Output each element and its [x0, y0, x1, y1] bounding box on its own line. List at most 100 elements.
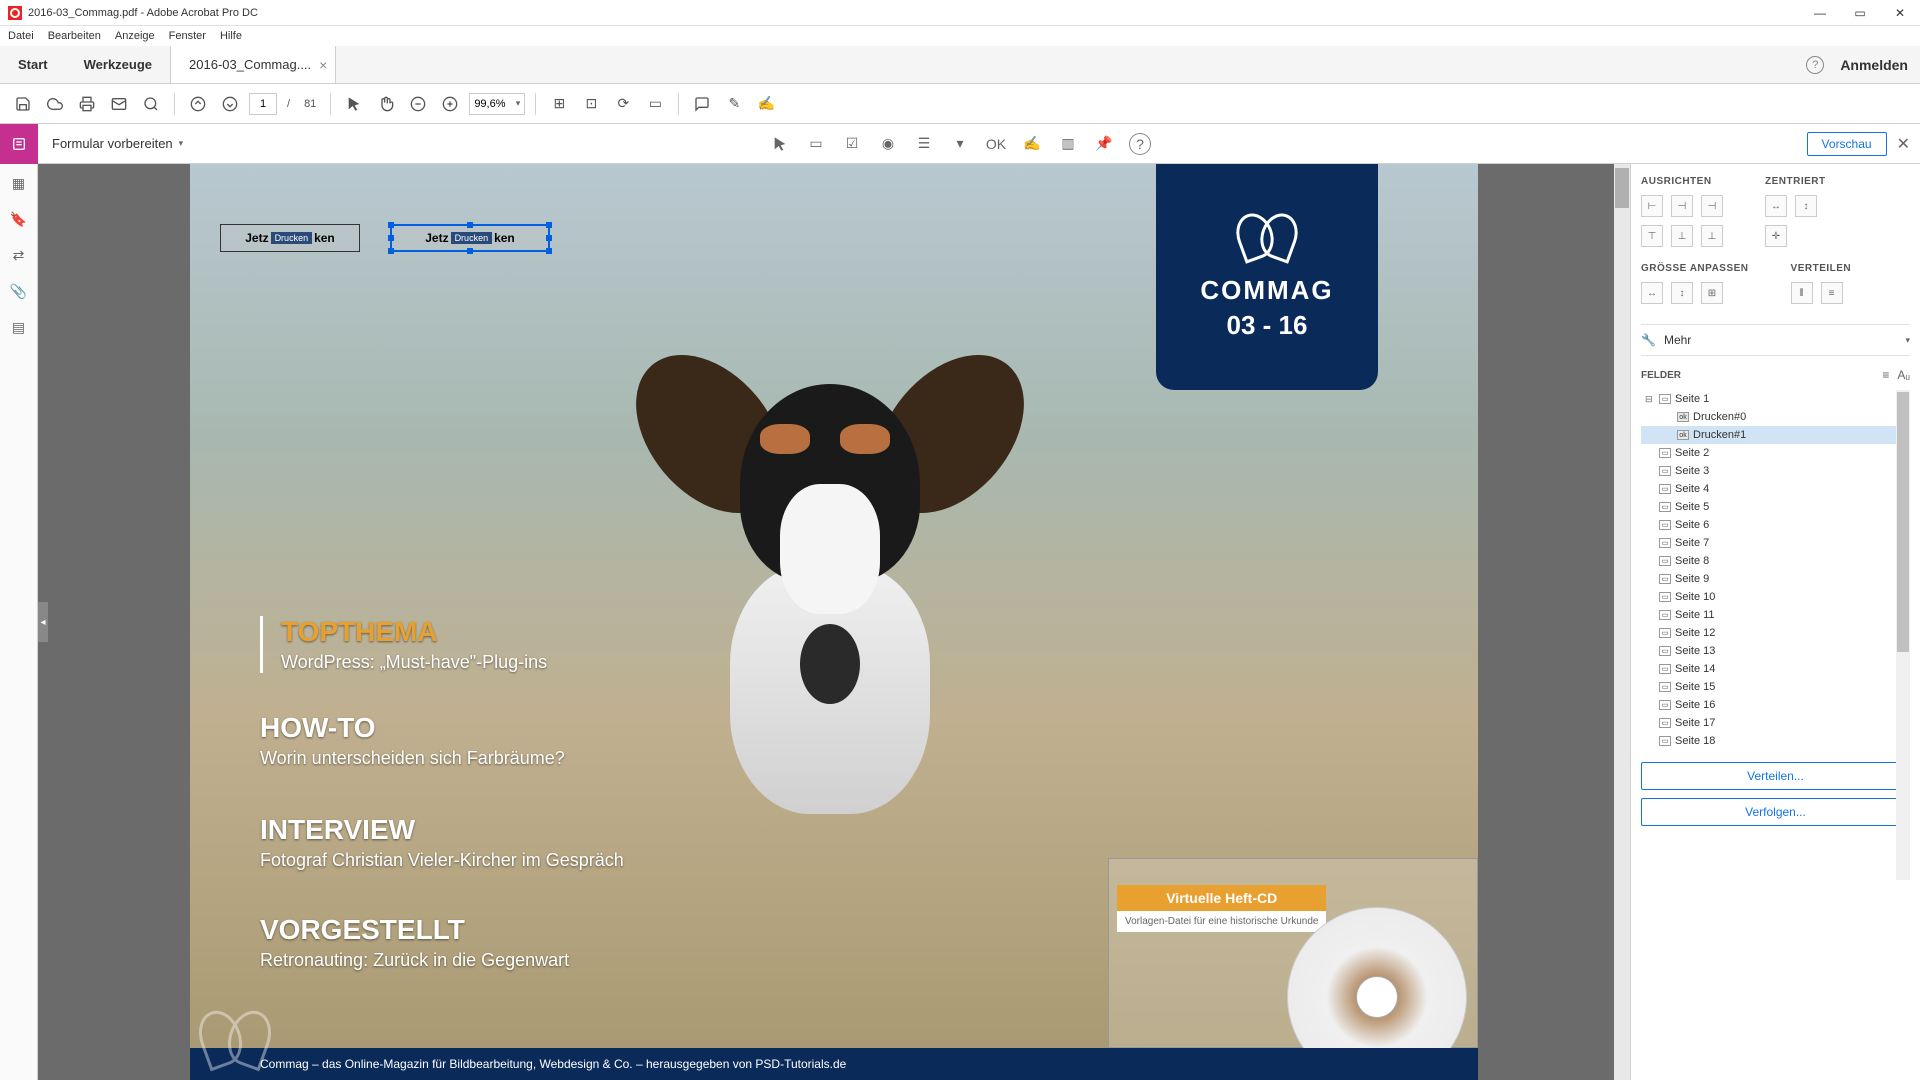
- tree-seite[interactable]: ▭Seite 6: [1641, 516, 1910, 534]
- mehr-dropdown[interactable]: 🔧Mehr: [1641, 324, 1910, 356]
- tree-seite[interactable]: ▭Seite 18: [1641, 732, 1910, 750]
- preview-button[interactable]: Vorschau: [1807, 132, 1887, 156]
- fit-width-icon[interactable]: ⊞: [546, 91, 572, 117]
- distribute-v-icon[interactable]: ≡: [1821, 282, 1843, 304]
- tree-seite[interactable]: ▭Seite 2: [1641, 444, 1910, 462]
- tab-close-icon[interactable]: ×: [319, 57, 327, 73]
- align-left-icon[interactable]: ⊢: [1641, 195, 1663, 217]
- menu-fenster[interactable]: Fenster: [169, 30, 206, 42]
- tree-seite[interactable]: ▭Seite 9: [1641, 570, 1910, 588]
- center-v-icon[interactable]: ↕: [1795, 195, 1817, 217]
- tree-seite[interactable]: ▭Seite 3: [1641, 462, 1910, 480]
- zoom-in-icon[interactable]: [437, 91, 463, 117]
- menu-datei[interactable]: Datei: [8, 30, 34, 42]
- menu-anzeige[interactable]: Anzeige: [115, 30, 155, 42]
- zoom-out-icon[interactable]: [405, 91, 431, 117]
- tree-seite[interactable]: ▭Seite 4: [1641, 480, 1910, 498]
- page-up-icon[interactable]: [185, 91, 211, 117]
- comment-icon[interactable]: [689, 91, 715, 117]
- arrow-tool-icon[interactable]: [769, 133, 791, 155]
- thumbnails-icon[interactable]: ▦: [10, 174, 28, 192]
- layers-icon[interactable]: ⇄: [10, 246, 28, 264]
- tree-seite[interactable]: ▭Seite 14: [1641, 660, 1910, 678]
- tab-start[interactable]: Start: [0, 46, 66, 83]
- radio-tool-icon[interactable]: ◉: [877, 133, 899, 155]
- tree-seite[interactable]: ▭Seite 7: [1641, 534, 1910, 552]
- cloud-icon[interactable]: [42, 91, 68, 117]
- tree-seite[interactable]: ▭Seite 8: [1641, 552, 1910, 570]
- tree-seite[interactable]: ▭Seite 15: [1641, 678, 1910, 696]
- center-h-icon[interactable]: ↔: [1765, 195, 1787, 217]
- menu-hilfe[interactable]: Hilfe: [220, 30, 242, 42]
- checkbox-tool-icon[interactable]: ☑: [841, 133, 863, 155]
- hand-tool-icon[interactable]: [373, 91, 399, 117]
- vertical-scrollbar[interactable]: [1614, 164, 1630, 1080]
- center-both-icon[interactable]: ✛: [1765, 225, 1787, 247]
- verteilen-button[interactable]: Verteilen...: [1641, 762, 1910, 790]
- align-bottom-icon[interactable]: ⊥: [1701, 225, 1723, 247]
- align-center-h-icon[interactable]: ⊣: [1671, 195, 1693, 217]
- close-form-icon[interactable]: ✕: [1897, 134, 1910, 154]
- fit-page-icon[interactable]: ⊡: [578, 91, 604, 117]
- tab-order-icon[interactable]: Aᵤ: [1897, 368, 1910, 382]
- dropdown-tool-icon[interactable]: ▾: [949, 133, 971, 155]
- expand-left-icon[interactable]: ◂: [38, 602, 48, 642]
- menu-bearbeiten[interactable]: Bearbeiten: [48, 30, 101, 42]
- verfolgen-button[interactable]: Verfolgen...: [1641, 798, 1910, 826]
- view-mode-icon[interactable]: ▭: [642, 91, 668, 117]
- document-viewport[interactable]: ◂ JetzDruckenken JetzDruckenken: [38, 164, 1630, 1080]
- save-icon[interactable]: [10, 91, 36, 117]
- align-center-v-icon[interactable]: ⊥: [1671, 225, 1693, 247]
- tree-seite[interactable]: ▭Seite 17: [1641, 714, 1910, 732]
- pin-icon[interactable]: 📌: [1093, 133, 1115, 155]
- signature-tool-icon[interactable]: ✍: [1021, 133, 1043, 155]
- rotate-icon[interactable]: ⟳: [610, 91, 636, 117]
- select-tool-icon[interactable]: [341, 91, 367, 117]
- tab-document[interactable]: 2016-03_Commag.... ×: [170, 46, 336, 83]
- sort-icon[interactable]: ≡: [1882, 368, 1889, 382]
- tree-seite[interactable]: ▭Seite 11: [1641, 606, 1910, 624]
- print-icon[interactable]: [74, 91, 100, 117]
- align-top-icon[interactable]: ⊤: [1641, 225, 1663, 247]
- tree-drucken-1[interactable]: okDrucken#1: [1641, 426, 1910, 444]
- sign-icon[interactable]: ✍: [753, 91, 779, 117]
- listbox-tool-icon[interactable]: ☰: [913, 133, 935, 155]
- form-title-dropdown[interactable]: Formular vorbereiten: [38, 136, 197, 151]
- form-field-drucken-1[interactable]: JetzDruckenken: [390, 224, 550, 252]
- tree-seite[interactable]: ▭Seite 5: [1641, 498, 1910, 516]
- tree-seite-1[interactable]: ⊟▭Seite 1: [1641, 390, 1910, 408]
- barcode-tool-icon[interactable]: ▥: [1057, 133, 1079, 155]
- tree-drucken-0[interactable]: okDrucken#0: [1641, 408, 1910, 426]
- help-icon[interactable]: ?: [1806, 56, 1824, 74]
- attachment-icon[interactable]: 📎: [10, 282, 28, 300]
- tree-scrollbar[interactable]: [1896, 390, 1910, 880]
- form-mode-icon[interactable]: [0, 124, 38, 164]
- form-field-drucken-0[interactable]: JetzDruckenken: [220, 224, 360, 252]
- tabbar: Start Werkzeuge 2016-03_Commag.... × ? A…: [0, 46, 1920, 84]
- match-height-icon[interactable]: ↕: [1671, 282, 1693, 304]
- page-down-icon[interactable]: [217, 91, 243, 117]
- tree-seite[interactable]: ▭Seite 13: [1641, 642, 1910, 660]
- match-both-icon[interactable]: ⊞: [1701, 282, 1723, 304]
- distribute-h-icon[interactable]: ⫴: [1791, 282, 1813, 304]
- maximize-button[interactable]: ▭: [1840, 0, 1880, 26]
- align-right-icon[interactable]: ⊣: [1701, 195, 1723, 217]
- zoom-level-dropdown[interactable]: 99,6%: [469, 93, 525, 115]
- close-button[interactable]: ✕: [1880, 0, 1920, 26]
- minimize-button[interactable]: —: [1800, 0, 1840, 26]
- search-icon[interactable]: [138, 91, 164, 117]
- tree-seite[interactable]: ▭Seite 16: [1641, 696, 1910, 714]
- tree-seite[interactable]: ▭Seite 10: [1641, 588, 1910, 606]
- mail-icon[interactable]: [106, 91, 132, 117]
- match-width-icon[interactable]: ↔: [1641, 282, 1663, 304]
- tree-seite[interactable]: ▭Seite 12: [1641, 624, 1910, 642]
- highlight-icon[interactable]: ✎: [721, 91, 747, 117]
- button-tool-icon[interactable]: OK: [985, 133, 1007, 155]
- page-number-input[interactable]: [249, 93, 277, 115]
- login-link[interactable]: Anmelden: [1840, 57, 1908, 73]
- textfield-tool-icon[interactable]: ▭: [805, 133, 827, 155]
- form-help-icon[interactable]: ?: [1129, 133, 1151, 155]
- tab-tools[interactable]: Werkzeuge: [66, 46, 170, 83]
- bookmark-icon[interactable]: 🔖: [10, 210, 28, 228]
- pages-icon[interactable]: ▤: [10, 318, 28, 336]
